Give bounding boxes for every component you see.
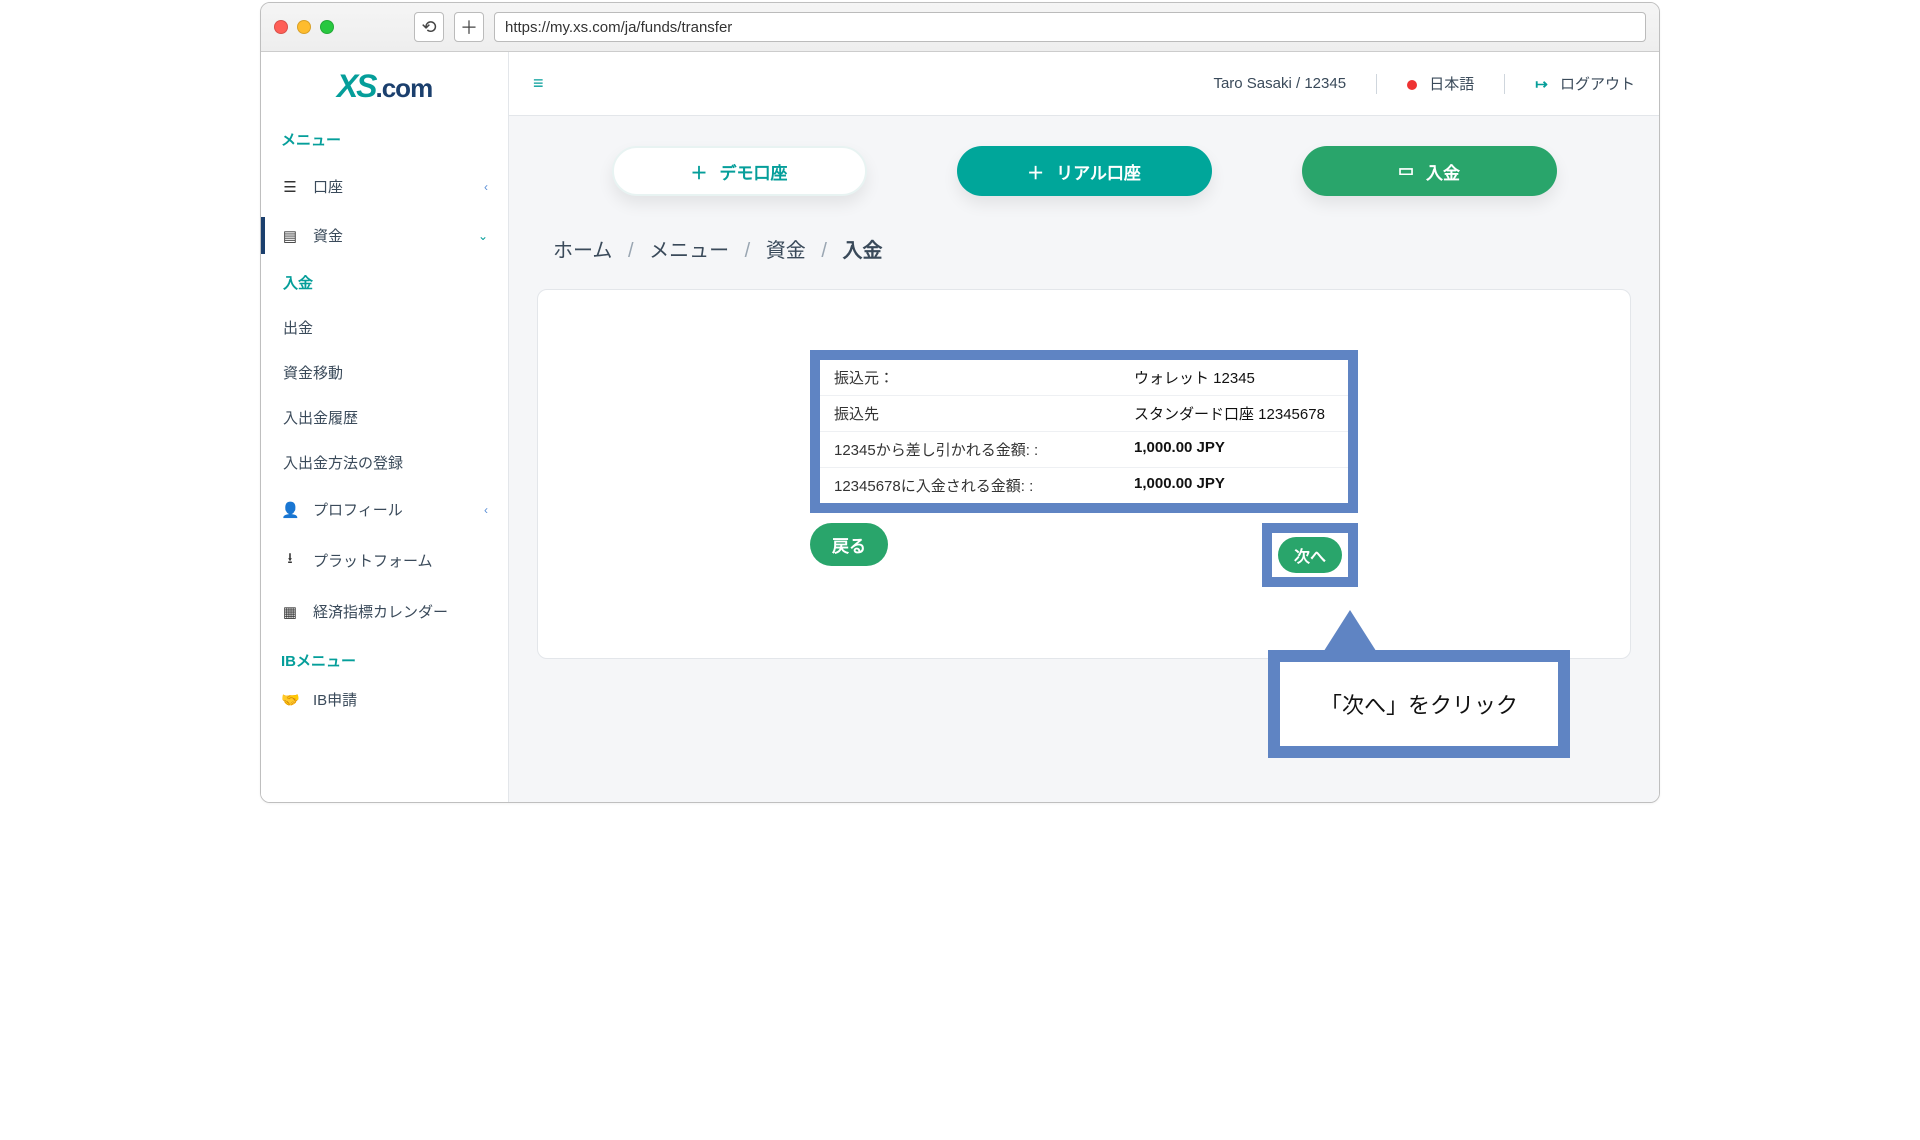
funds-sublist: 入金 出金 資金移動 入出金履歴 入出金方法の登録 xyxy=(261,260,508,485)
row-key: 振込先 xyxy=(834,403,1134,424)
transfer-summary-highlight: 振込元： ウォレット 12345 振込先 スタンダード口座 12345678 1… xyxy=(810,350,1358,513)
crumb-sep: / xyxy=(628,240,634,262)
content-card: 振込元： ウォレット 12345 振込先 スタンダード口座 12345678 1… xyxy=(537,289,1631,659)
sidebar-item-label: プロフィール xyxy=(313,499,403,520)
crumb-funds[interactable]: 資金 xyxy=(766,240,806,262)
button-row: 戻る 次へ xyxy=(810,523,1358,587)
new-tab-button[interactable]: ＋ xyxy=(454,12,484,42)
sidebar-item-platform[interactable]: ⭳ プラットフォーム xyxy=(261,534,508,587)
main-area: ≡ Taro Sasaki / 12345 日本語 ↦ ログアウト xyxy=(509,52,1659,802)
button-label: リアル口座 xyxy=(1056,159,1141,184)
row-value: ウォレット 12345 xyxy=(1134,367,1334,388)
sidebar: XS .com メニュー ☰ 口座 ‹ ▤ 資金 ⌄ 入金 出金 資金移動 入出… xyxy=(261,52,509,802)
row-key: 12345678に入金される金額: : xyxy=(834,475,1134,496)
table-row: 12345678に入金される金額: : 1,000.00 JPY xyxy=(820,467,1348,503)
window-min-dot[interactable] xyxy=(297,20,311,34)
separator xyxy=(1504,74,1505,94)
logo-xs: XS xyxy=(337,68,376,105)
next-button[interactable]: 次へ xyxy=(1278,537,1342,573)
button-label: 入金 xyxy=(1426,159,1460,184)
user-icon: 👤 xyxy=(281,501,299,519)
table-row: 振込元： ウォレット 12345 xyxy=(820,360,1348,395)
table-row: 12345から差し引かれる金額: : 1,000.00 JPY xyxy=(820,431,1348,467)
button-label: デモ口座 xyxy=(720,159,788,184)
window-close-dot[interactable] xyxy=(274,20,288,34)
toggle-sidebar-icon[interactable]: ≡ xyxy=(533,73,544,94)
demo-account-button[interactable]: ＋ デモ口座 xyxy=(612,146,867,196)
next-highlight: 次へ xyxy=(1262,523,1358,587)
sidebar-item-label: 資金 xyxy=(313,225,343,246)
sub-item-transfer[interactable]: 資金移動 xyxy=(261,350,508,395)
sidebar-item-label: 経済指標カレンダー xyxy=(313,601,448,622)
row-value: スタンダード口座 12345678 xyxy=(1134,403,1334,424)
reload-button[interactable]: ⟲ xyxy=(414,12,444,42)
sidebar-item-label: 口座 xyxy=(313,176,343,197)
logo-com: .com xyxy=(376,73,433,104)
chevron-down-icon: ⌄ xyxy=(478,229,488,243)
sidebar-item-ib-apply[interactable]: 🤝 IB申請 xyxy=(261,683,508,724)
window-max-dot[interactable] xyxy=(320,20,334,34)
sidebar-item-profile[interactable]: 👤 プロフィール ‹ xyxy=(261,485,508,534)
sub-item-history[interactable]: 入出金履歴 xyxy=(261,395,508,440)
list-icon: ☰ xyxy=(281,178,299,196)
deposit-button[interactable]: ▭ 入金 xyxy=(1302,146,1557,196)
sidebar-item-account[interactable]: ☰ 口座 ‹ xyxy=(261,162,508,211)
sidebar-item-calendar[interactable]: ▦ 経済指標カレンダー xyxy=(261,587,508,636)
separator xyxy=(1376,74,1377,94)
action-row: ＋ デモ口座 ＋ リアル口座 ▭ 入金 xyxy=(509,116,1659,206)
handshake-icon: 🤝 xyxy=(281,691,299,709)
wallet-icon: ▤ xyxy=(281,227,299,245)
plus-icon: ＋ xyxy=(691,159,708,184)
row-key: 振込元： xyxy=(834,367,1134,388)
crumb-home[interactable]: ホーム xyxy=(553,240,612,262)
sub-item-register-method[interactable]: 入出金方法の登録 xyxy=(261,440,508,485)
table-row: 振込先 スタンダード口座 12345678 xyxy=(820,395,1348,431)
plus-icon: ＋ xyxy=(1027,159,1044,184)
row-value: 1,000.00 JPY xyxy=(1134,475,1334,496)
calendar-icon: ▦ xyxy=(281,603,299,621)
instruction-callout: 「次へ」をクリック xyxy=(1268,650,1570,758)
language-label: 日本語 xyxy=(1429,76,1474,93)
crumb-sep: / xyxy=(745,240,751,262)
logo[interactable]: XS .com xyxy=(261,56,508,123)
browser-toolbar: ⟲ ＋ https://my.xs.com/ja/funds/transfer xyxy=(261,3,1659,52)
logout-link[interactable]: ↦ ログアウト xyxy=(1535,73,1635,94)
ib-menu-title: IBメニュー xyxy=(261,636,508,683)
chevron-left-icon: ‹ xyxy=(484,180,488,194)
row-value: 1,000.00 JPY xyxy=(1134,439,1334,460)
address-bar[interactable]: https://my.xs.com/ja/funds/transfer xyxy=(494,12,1646,42)
crumb-sep: / xyxy=(821,240,827,262)
row-key: 12345から差し引かれる金額: : xyxy=(834,439,1134,460)
crumb-menu[interactable]: メニュー xyxy=(649,240,729,262)
user-label[interactable]: Taro Sasaki / 12345 xyxy=(1213,75,1346,92)
crumb-current: 入金 xyxy=(842,240,882,262)
sub-item-deposit[interactable]: 入金 xyxy=(261,260,508,305)
chevron-left-icon: ‹ xyxy=(484,503,488,517)
download-icon: ⭳ xyxy=(281,548,299,573)
logout-label: ログアウト xyxy=(1560,76,1635,93)
logout-icon: ↦ xyxy=(1535,76,1548,93)
sidebar-item-label: プラットフォーム xyxy=(313,550,433,571)
real-account-button[interactable]: ＋ リアル口座 xyxy=(957,146,1212,196)
topbar: ≡ Taro Sasaki / 12345 日本語 ↦ ログアウト xyxy=(509,52,1659,116)
back-button[interactable]: 戻る xyxy=(810,523,888,566)
menu-title: メニュー xyxy=(261,123,508,162)
sidebar-item-funds[interactable]: ▤ 資金 ⌄ xyxy=(261,211,508,260)
language-switch[interactable]: 日本語 xyxy=(1407,73,1474,94)
sub-item-withdraw[interactable]: 出金 xyxy=(261,305,508,350)
browser-window: ⟲ ＋ https://my.xs.com/ja/funds/transfer … xyxy=(260,2,1660,803)
jp-flag-icon xyxy=(1407,80,1417,90)
breadcrumb: ホーム / メニュー / 資金 / 入金 xyxy=(509,206,1659,271)
card-icon: ▭ xyxy=(1398,161,1414,181)
sidebar-item-label: IB申請 xyxy=(313,689,357,710)
